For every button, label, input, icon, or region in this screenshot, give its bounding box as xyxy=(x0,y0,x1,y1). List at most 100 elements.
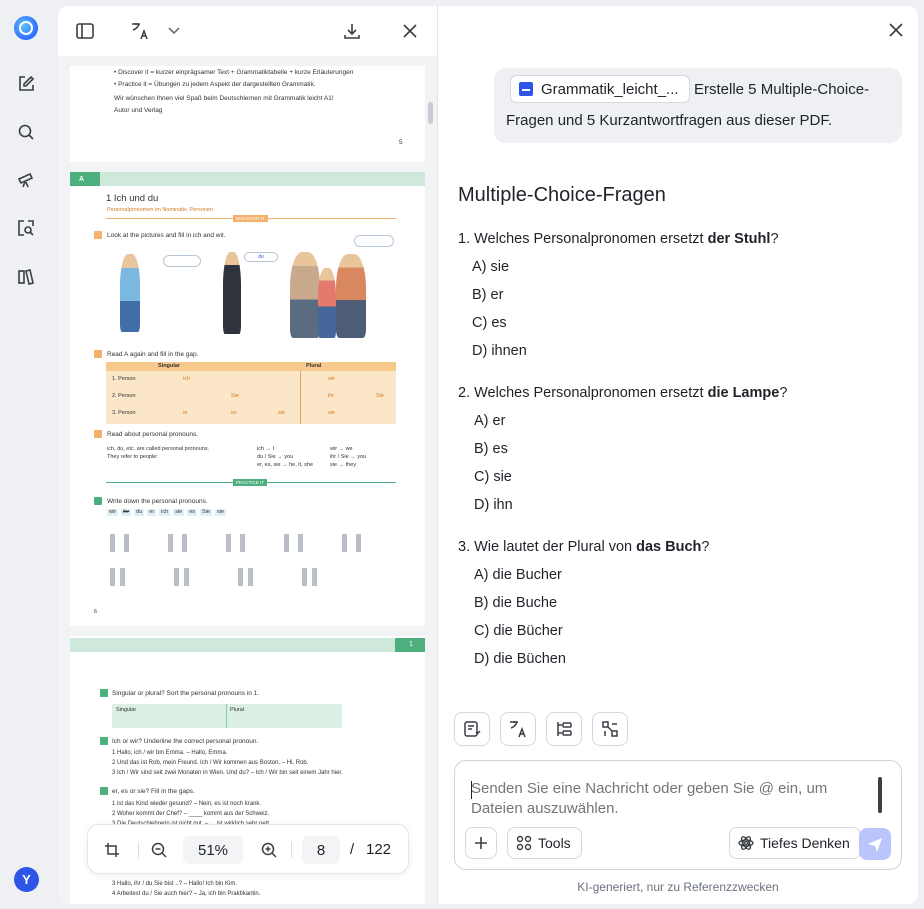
table-cell: ihr xyxy=(328,393,335,399)
page-number: 5 xyxy=(399,139,403,146)
edit-icon[interactable] xyxy=(15,73,37,95)
close-icon[interactable] xyxy=(398,19,422,43)
word-chip: du xyxy=(134,509,145,516)
page-text: 2 Und das ist Rob, mein Freund. Ich / Wi… xyxy=(112,760,309,766)
word-chip: es xyxy=(187,509,198,516)
page-text: 3 Ich / Wir sind seit zwei Monaten in Wi… xyxy=(112,770,343,776)
page-text: sie → they xyxy=(330,462,356,468)
table-cell: Sie xyxy=(231,393,239,399)
illustration-man xyxy=(223,252,241,334)
answer-option: B) er xyxy=(472,287,504,303)
message-input[interactable] xyxy=(471,779,851,823)
page-number: 1 xyxy=(395,638,425,652)
message-composer: Tools Tiefes Denken xyxy=(454,760,902,870)
pdf-scroll-area[interactable]: • Discover it = kurzer einprägsamer Text… xyxy=(58,56,437,904)
input-scrollbar[interactable] xyxy=(878,777,882,813)
question: 3. Wie lautet der Plural von das Buch? xyxy=(458,539,710,555)
answer-option: C) die Bücher xyxy=(474,623,563,639)
assistant-answer: Multiple-Choice-Fragen 1. Welches Person… xyxy=(458,184,898,691)
translate-icon[interactable] xyxy=(128,19,152,43)
zoom-level[interactable]: 51% xyxy=(183,836,243,864)
table-cell: ich xyxy=(183,376,191,382)
task-marker xyxy=(100,737,108,745)
chevron-down-icon[interactable] xyxy=(162,19,186,43)
page-total: 122 xyxy=(366,841,392,858)
translate-icon[interactable] xyxy=(500,712,536,746)
question-block: 3. Wie lautet der Plural von das Buch? A… xyxy=(458,537,898,669)
page-text: Autor und Verlag xyxy=(114,107,163,114)
left-rail: Y xyxy=(0,0,54,909)
chapter-bar xyxy=(70,172,425,186)
answer-option: D) ihn xyxy=(474,497,513,513)
sidebar-icon[interactable] xyxy=(73,19,97,43)
page-text: ich, du, etc. are called personal pronou… xyxy=(107,446,210,452)
word-chip: wir xyxy=(107,509,119,516)
page-number-input[interactable]: 8 xyxy=(302,836,340,864)
task-3: Ich or wir? Underline the correct person… xyxy=(112,738,259,745)
table-header: Singular xyxy=(158,363,181,369)
page-text: Wir wünschen Ihnen viel Spaß beim Deutsc… xyxy=(114,95,334,102)
answer-option: C) sie xyxy=(474,469,512,485)
page-text: ihr / Sie → you xyxy=(330,454,367,460)
avatar[interactable]: Y xyxy=(14,867,39,892)
answer-option: D) ihnen xyxy=(472,343,527,359)
task-a: Look at the pictures and fill in ich and… xyxy=(107,232,226,239)
illustration-family-child xyxy=(318,268,336,338)
word-chip: sie xyxy=(173,509,185,516)
user-message: Grammatik_leicht_... Erstelle 5 Multiple… xyxy=(494,68,902,143)
question: 1. Welches Personalpronomen ersetzt der … xyxy=(458,231,779,247)
task-b: Read A again and fill in the gap. xyxy=(107,351,199,358)
add-attachment-button[interactable] xyxy=(465,827,497,859)
word-chip: sie xyxy=(215,509,227,516)
close-icon[interactable] xyxy=(887,21,905,39)
chapter-bar xyxy=(70,638,425,652)
answer-option: B) es xyxy=(474,441,508,457)
app-logo[interactable] xyxy=(14,16,38,40)
pdf-scrollbar[interactable] xyxy=(428,102,433,124)
speech-bubble xyxy=(354,235,394,247)
page-number: 6 xyxy=(94,609,98,615)
deep-think-button[interactable]: Tiefes Denken xyxy=(729,827,861,859)
zoom-in-icon[interactable] xyxy=(257,838,281,862)
zoom-out-icon[interactable] xyxy=(147,838,171,862)
task-1: Write down the personal pronouns. xyxy=(107,498,208,505)
task-marker xyxy=(100,689,108,697)
page-text: They refer to people: xyxy=(107,454,158,460)
send-button[interactable] xyxy=(859,828,891,860)
table-header: Singular xyxy=(116,707,137,713)
page-text: er, es, sie → he, it, she xyxy=(257,462,313,468)
word-chip: ihr xyxy=(121,509,132,516)
mindmap-icon[interactable] xyxy=(592,712,628,746)
summarize-icon[interactable] xyxy=(454,712,490,746)
page-text: 2 Woher kommt der Chef? – ____ kommt aus… xyxy=(112,811,270,817)
table-cell: sie xyxy=(328,410,336,416)
telescope-icon[interactable] xyxy=(15,168,37,190)
page-text: du / Sie → you xyxy=(257,454,294,460)
answer-option: A) sie xyxy=(472,259,510,275)
table-header: Plural xyxy=(230,707,245,713)
plus-icon xyxy=(475,837,487,849)
library-icon[interactable] xyxy=(15,265,37,287)
tools-button[interactable]: Tools xyxy=(507,827,582,859)
table-cell: er xyxy=(183,410,188,416)
file-name: Grammatik_leicht_... xyxy=(541,80,679,98)
table-row-label: 3. Person xyxy=(112,410,136,416)
pdf-page-5: • Discover it = kurzer einprägsamer Text… xyxy=(70,66,425,162)
user-message-text: Erstelle 5 Multiple-Choice- xyxy=(694,81,870,98)
table-cell: es xyxy=(231,410,237,416)
fit-page-icon[interactable] xyxy=(100,838,124,862)
download-icon[interactable] xyxy=(340,19,364,43)
pictogram-row xyxy=(110,568,360,586)
table-cell: sie xyxy=(278,410,286,416)
task-2: Singular or plural? Sort the personal pr… xyxy=(112,690,260,697)
scan-search-icon[interactable] xyxy=(15,217,37,239)
outline-icon[interactable] xyxy=(546,712,582,746)
table-row-label: 1. Person xyxy=(112,376,136,382)
page-text: 4 Arbeitest du / Sie auch hier? – Ja, ic… xyxy=(112,891,261,897)
separator xyxy=(291,842,292,858)
page-text: ich → I xyxy=(257,446,275,452)
speech-bubble xyxy=(163,255,201,267)
search-icon[interactable] xyxy=(15,121,37,143)
file-attachment-chip[interactable]: Grammatik_leicht_... xyxy=(510,75,690,103)
pdf-file-icon xyxy=(519,82,533,96)
